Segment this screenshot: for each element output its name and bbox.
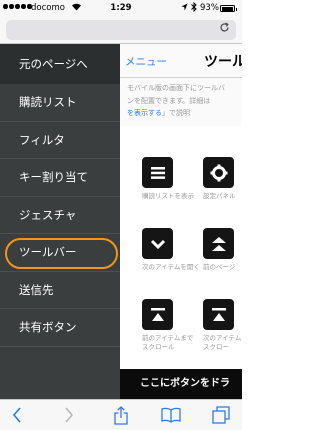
description-line-3-tail: 」で説明 (162, 109, 190, 117)
toolbar-button-scroll-next[interactable]: 次のアイテム スクロー (203, 299, 241, 352)
bluetooth-icon (191, 1, 197, 15)
browser-toolbar (0, 399, 242, 430)
back-to-page-item[interactable]: 元のページへ (0, 44, 120, 84)
reload-icon[interactable] (219, 22, 230, 36)
toolbar-button-settings[interactable]: 設定パネル (203, 157, 236, 201)
list-icon (142, 157, 173, 188)
button-label-line-2: スクロー (203, 343, 229, 351)
location-icon (181, 3, 188, 13)
sidebar-item-key-binding[interactable]: キー割り当て (0, 159, 120, 197)
back-icon[interactable] (6, 405, 28, 425)
button-label: 次のアイテム (203, 334, 242, 342)
button-label: 次のアイテムを開く (142, 263, 200, 271)
button-label: 前のアイテムまで (142, 334, 194, 342)
chevron-down-icon (142, 228, 173, 259)
scroll-to-top-icon (142, 299, 173, 330)
share-icon[interactable] (110, 405, 132, 425)
button-label: 設定パネル (203, 192, 236, 200)
page-title: ツール (204, 54, 242, 70)
scroll-to-top-icon (203, 299, 234, 330)
toolbar-button-subscriptions[interactable]: 購読リストを表示 (142, 157, 194, 201)
sidebar-item-send-to[interactable]: 送信先 (0, 272, 120, 309)
toolbar-button-scroll-prev[interactable]: 前のアイテムまで スクロール (142, 299, 193, 352)
sidebar-item-share-button[interactable]: 共有ボタン (0, 309, 120, 347)
button-label: 前のページ (203, 263, 236, 271)
button-label-line-2: スクロール (142, 343, 175, 351)
gear-icon (203, 157, 234, 188)
sidebar-item-toolbar[interactable]: ツールバー (0, 234, 120, 272)
side-menu: 元のページへ 購読リスト フィルタ キー割り当て ジェスチャ ツールバー 送信先… (0, 44, 120, 399)
browser-header (0, 17, 242, 44)
description-line-1: モバイル版の画面下にツールバ (127, 84, 225, 92)
bookmarks-icon[interactable] (160, 405, 182, 425)
battery-percent: 93% (200, 3, 219, 13)
sidebar-item-filter[interactable]: フィルタ (0, 122, 120, 159)
battery-icon (220, 5, 237, 12)
sidebar-item-subscriptions[interactable]: 購読リスト (0, 84, 120, 122)
main-nav-bar: メニュー ツール (120, 44, 242, 78)
sidebar-item-gesture[interactable]: ジェスチャ (0, 197, 120, 234)
highlight-ring (5, 238, 118, 269)
description-line-2: ンを配置できます。詳細は (127, 96, 211, 105)
button-grid: 購読リストを表示 設定パネル 次のアイテムを開く 前のページ 前のアイテムまで (120, 126, 242, 369)
drop-zone-bar[interactable]: ここにボタンをドラ (120, 369, 242, 399)
description-text: モバイル版の画面下にツールバ ンを配置できます。詳細は を表示する」で説明 (120, 78, 242, 126)
status-bar: docomo 1:29 93% (0, 0, 242, 17)
description-line-3: を表示する」で説明 (127, 107, 242, 120)
main-panel: メニュー ツール モバイル版の画面下にツールバ ンを配置できます。詳細は を表示… (120, 44, 242, 399)
show-details-link[interactable]: を表示する (127, 109, 162, 117)
menu-button[interactable]: メニュー (125, 54, 167, 69)
double-chevron-up-icon (203, 228, 234, 259)
tabs-icon[interactable] (210, 405, 232, 425)
url-bar[interactable] (6, 20, 236, 40)
forward-icon[interactable] (58, 405, 80, 425)
button-label: 購読リストを表示 (142, 192, 194, 200)
toolbar-button-prev-page[interactable]: 前のページ (203, 228, 235, 272)
toolbar-button-next-item[interactable]: 次のアイテムを開く (142, 228, 200, 272)
